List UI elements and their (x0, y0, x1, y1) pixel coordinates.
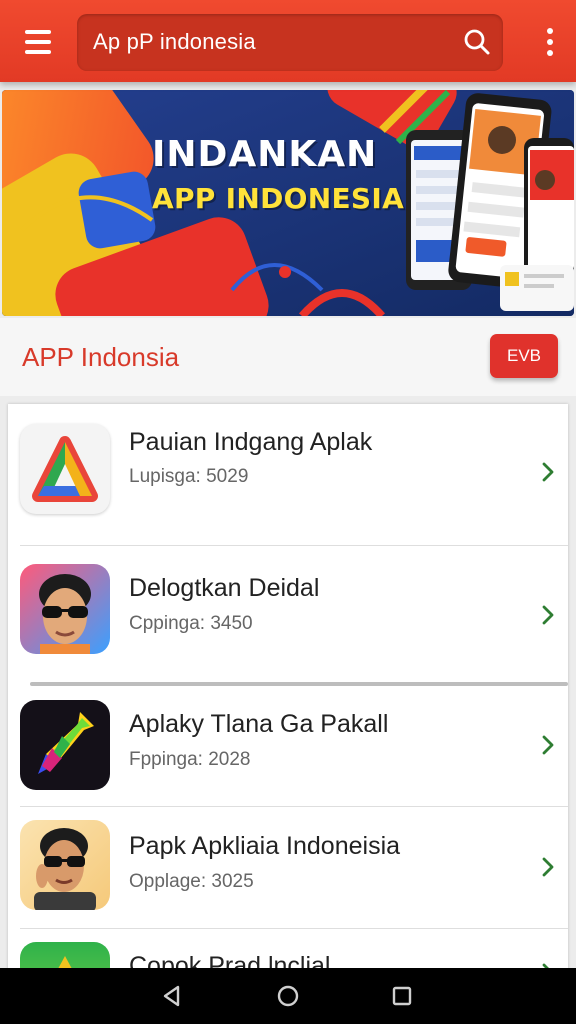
menu-icon-bar (25, 50, 51, 54)
banner-subheadline: APP INDONESIA (152, 182, 405, 215)
app-title: Aplaky Tlanа Ga Pakall (129, 710, 389, 738)
list-item[interactable]: Pauian Indgang Aplak Lupisga: 5029 (8, 404, 568, 546)
screen: Ap pP indonesia INDANKAN APP INDONESIA A… (0, 0, 576, 1024)
chevron-right-icon (542, 857, 554, 877)
menu-button[interactable] (14, 22, 62, 62)
promo-banner[interactable]: INDANKAN APP INDONESIA (2, 90, 574, 316)
back-icon[interactable] (160, 984, 184, 1008)
app-meta: Fppinga: 2028 (129, 749, 251, 770)
search-input[interactable]: Ap pP indonesia (77, 14, 503, 71)
avatar-sunglasses-icon (20, 820, 110, 910)
app-title: Pauian Indgang Aplak (129, 428, 373, 456)
menu-icon-bar (25, 30, 51, 34)
app-list: Pauian Indgang Aplak Lupisga: 5029 Delog… (8, 404, 568, 970)
rainbow-arrow-icon (20, 700, 110, 790)
system-nav-bar (0, 968, 576, 1024)
chevron-right-icon (542, 735, 554, 755)
banner-headline: INDANKAN (152, 134, 378, 175)
more-options-icon[interactable] (544, 28, 556, 56)
search-query: Ap pP indonesia (93, 29, 256, 54)
list-item[interactable]: Papk Apkliaia Indoneisia Opplage: 3025 (8, 806, 568, 928)
chevron-right-icon (542, 605, 554, 625)
list-item[interactable]: Copok Prad lnclial (8, 928, 568, 970)
menu-icon-bar (25, 40, 51, 44)
list-item[interactable]: Delogtkan Deidal Cppinga: 3450 (8, 546, 568, 682)
search-icon[interactable] (463, 28, 491, 56)
section-title: APP Indonsia (22, 342, 180, 372)
colorful-triangle-icon (20, 942, 110, 970)
top-app-bar: Ap pP indonesia (0, 0, 576, 82)
app-meta: Cppinga: 3450 (129, 613, 253, 634)
avatar-sunglasses-icon (20, 564, 110, 654)
app-title: Delogtkan Deidal (129, 574, 320, 602)
app-meta: Lupisga: 5029 (129, 466, 249, 487)
chevron-right-icon (542, 462, 554, 482)
colorful-triangle-icon (20, 424, 110, 514)
app-meta: Opplage: 3025 (129, 871, 254, 892)
list-item[interactable]: Aplaky Tlanа Ga Pakall Fppinga: 2028 (8, 686, 568, 806)
app-title: Papk Apkliaia Indoneisia (129, 832, 401, 860)
section-action-button[interactable]: EVB (490, 334, 558, 378)
home-icon[interactable] (276, 984, 300, 1008)
recents-icon[interactable] (390, 984, 414, 1008)
